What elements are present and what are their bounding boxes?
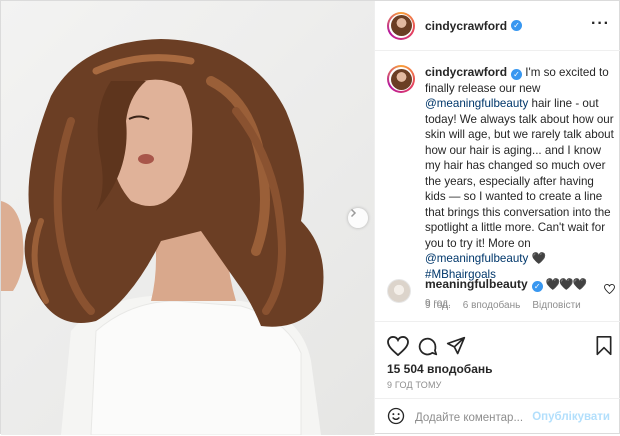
emoji-button[interactable] — [387, 407, 405, 428]
post-side-panel: cindycrawford ✓ ··· cindycrawford ✓ I'm s… — [374, 1, 620, 435]
caption-part-2: hair line - out today! We always talk ab… — [425, 97, 614, 250]
likes-count[interactable]: 15 504 вподобань — [387, 362, 493, 376]
heart-icon — [604, 283, 615, 295]
post-actions: 15 504 вподобань 9 год тому Опублікувати — [375, 321, 620, 435]
bookmark-button[interactable] — [595, 336, 613, 359]
caption-text: cindycrawford ✓ I'm so excited to finally… — [425, 65, 615, 312]
verified-icon: ✓ — [511, 20, 523, 31]
portrait-illustration — [1, 39, 324, 435]
post-frame: cindycrawford ✓ ··· cindycrawford ✓ I'm s… — [0, 0, 620, 435]
verified-icon: ✓ — [531, 281, 543, 292]
commenter-avatar[interactable] — [387, 279, 411, 303]
caption-avatar[interactable] — [387, 65, 415, 93]
comment-like-button[interactable] — [604, 283, 615, 297]
comment-body: meaningfulbeauty ✓ 🖤🖤🖤 — [425, 277, 615, 292]
mention-link[interactable]: @meaningfulbeauty — [425, 97, 528, 110]
more-icon[interactable]: ··· — [591, 16, 610, 32]
mention-link[interactable]: @meaningfulbeauty — [425, 252, 528, 265]
heart-icon — [387, 335, 409, 357]
commenter-username[interactable]: meaningfulbeauty — [425, 277, 528, 291]
author-avatar[interactable] — [387, 11, 415, 40]
comment-button[interactable] — [417, 336, 438, 360]
comment-meta: 9 год. 6 вподобань Відповісти — [425, 300, 615, 311]
comment-icon — [418, 337, 438, 356]
action-icon-row — [387, 335, 613, 360]
comment-time[interactable]: 9 год. — [425, 300, 451, 311]
post-time-ago[interactable]: 9 год тому — [387, 380, 442, 390]
post-header: cindycrawford ✓ ··· — [375, 1, 620, 51]
post-caption: cindycrawford ✓ I'm so excited to finally… — [387, 65, 615, 312]
add-comment-bar: Опублікувати — [375, 398, 620, 436]
share-icon — [446, 336, 466, 355]
bookmark-icon — [596, 336, 612, 356]
like-button[interactable] — [387, 335, 409, 359]
post-photo[interactable] — [1, 1, 374, 435]
comment-text: 🖤🖤🖤 — [545, 278, 587, 291]
comment-likes[interactable]: 6 вподобань — [463, 300, 521, 311]
next-photo-button[interactable] — [348, 208, 368, 228]
comment-input[interactable] — [415, 411, 545, 424]
verified-icon: ✓ — [511, 69, 523, 80]
share-button[interactable] — [446, 336, 466, 359]
comment-reply-button[interactable]: Відповісти — [532, 300, 580, 311]
caption-part-3: 🖤 — [528, 252, 546, 265]
caption-username[interactable]: cindycrawford — [425, 65, 507, 79]
next-arrow-icon — [350, 208, 357, 218]
post-comment-button[interactable]: Опублікувати — [532, 411, 610, 423]
comment-item: meaningfulbeauty ✓ 🖤🖤🖤 9 год. 6 вподобань… — [387, 277, 615, 311]
emoji-icon — [387, 407, 405, 425]
author-username[interactable]: cindycrawford — [425, 19, 507, 33]
